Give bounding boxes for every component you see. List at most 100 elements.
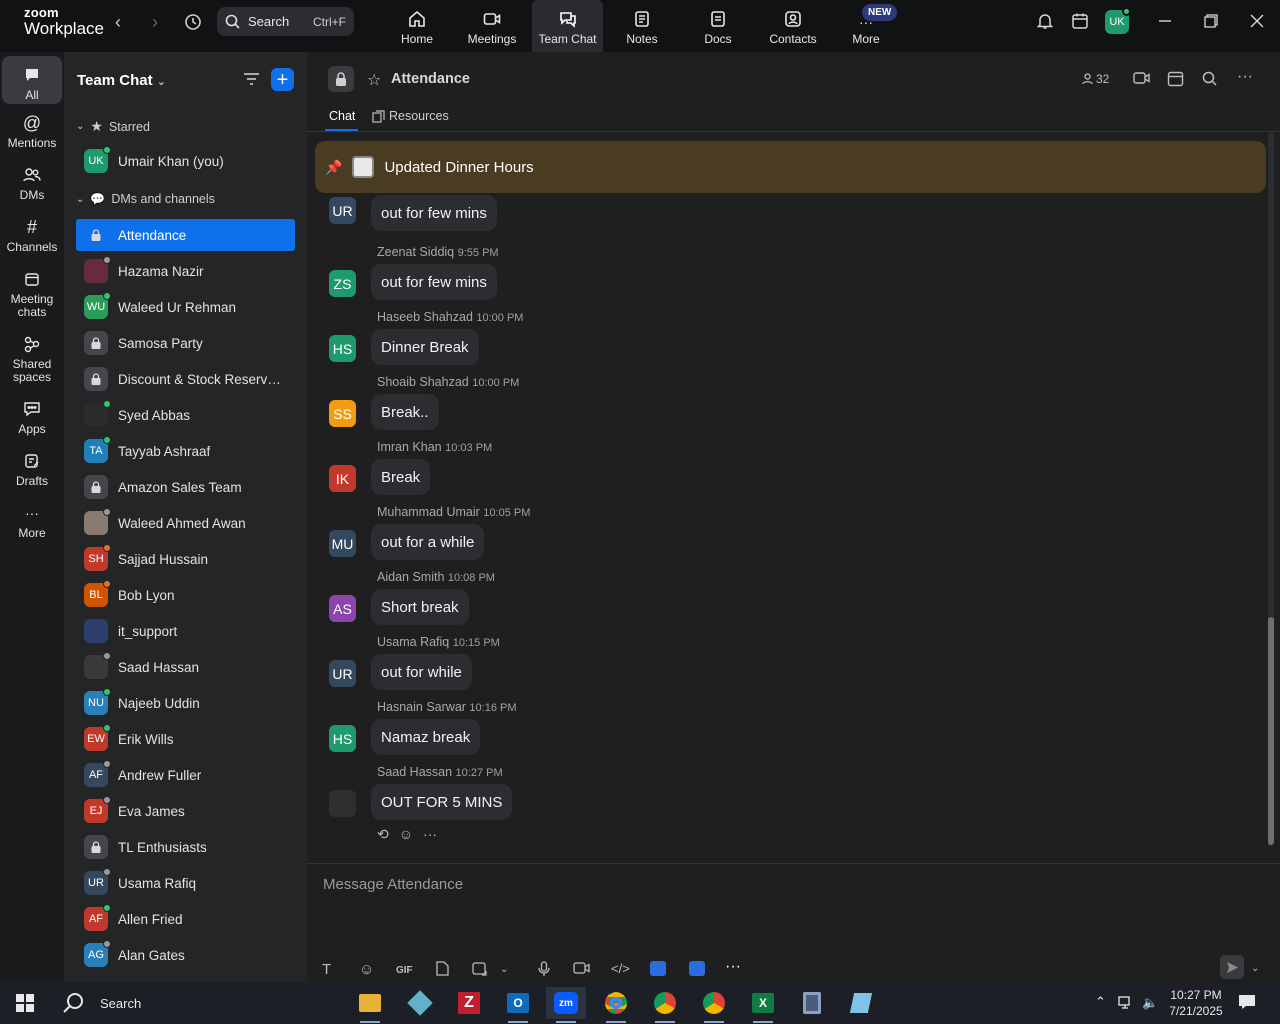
chrome-icon[interactable] <box>694 987 734 1023</box>
sender-name[interactable]: Saad Hassan <box>377 765 452 779</box>
forward-arrow-icon[interactable]: › <box>152 12 158 33</box>
emoji-icon[interactable]: ☺ <box>399 826 413 843</box>
channel-item[interactable]: UR Usama Rafiq <box>76 867 295 899</box>
channel-item[interactable]: AF Andrew Fuller <box>76 759 295 791</box>
avatar[interactable]: IK <box>329 465 356 492</box>
message-input[interactable]: Message Attendance <box>323 876 463 893</box>
channel-item[interactable]: Amazon Sales Team <box>76 471 295 503</box>
channel-item[interactable]: Samosa Party <box>76 327 295 359</box>
chrome-icon[interactable] <box>596 987 636 1023</box>
file-icon[interactable] <box>436 961 449 979</box>
channel-item[interactable]: BL Bob Lyon <box>76 579 295 611</box>
more-icon[interactable]: ··· <box>423 826 437 843</box>
video-message-icon[interactable] <box>573 961 591 978</box>
rail-shared-spaces[interactable]: Shared spaces <box>2 333 62 384</box>
channel-item[interactable]: AF Allen Fried <box>76 903 295 935</box>
calculator-icon[interactable] <box>792 987 832 1019</box>
message-bubble[interactable]: Break.. <box>371 394 439 430</box>
more-options-icon[interactable]: ··· <box>1237 68 1253 86</box>
message-bubble[interactable]: out for a while <box>371 524 485 560</box>
reply-icon[interactable]: ⟲ <box>377 826 389 843</box>
sender-name[interactable]: Shoaib Shahzad <box>377 375 469 389</box>
minimize-icon[interactable] <box>1158 14 1172 33</box>
message-bubble[interactable]: OUT FOR 5 MINS <box>371 784 513 820</box>
chevron-down-icon[interactable]: ⌄ <box>500 964 508 975</box>
nav-contacts[interactable]: Contacts <box>764 0 822 52</box>
microphone-icon[interactable] <box>538 961 550 980</box>
excel-icon[interactable]: X <box>743 987 783 1023</box>
emoji-icon[interactable]: ☺ <box>359 961 374 978</box>
channel-item[interactable]: SH Sajjad Hussain <box>76 543 295 575</box>
app-diamond-icon[interactable] <box>400 987 440 1019</box>
rail-apps[interactable]: Apps <box>2 398 62 436</box>
nav-home[interactable]: Home <box>390 0 444 52</box>
text-format-icon[interactable]: T <box>322 961 331 978</box>
nav-meetings[interactable]: Meetings <box>464 0 520 52</box>
search-icon[interactable] <box>1202 71 1217 91</box>
chevron-down-icon[interactable]: ⌄ <box>1251 963 1259 974</box>
channel-item[interactable]: Discount & Stock Reservati... <box>76 363 295 395</box>
taskbar-search-label[interactable]: Search <box>100 996 141 1011</box>
rail-mentions[interactable]: @ Mentions <box>2 112 62 150</box>
sender-name[interactable]: Muhammad Umair <box>377 505 480 519</box>
channel-item[interactable]: Hazama Nazir <box>76 255 295 287</box>
tab-chat[interactable]: Chat <box>329 109 355 123</box>
calendar-icon[interactable] <box>1071 12 1089 35</box>
network-icon[interactable] <box>1118 996 1134 1015</box>
outlook-icon[interactable]: O <box>498 987 538 1023</box>
history-icon[interactable] <box>184 13 202 36</box>
app-integration-icon[interactable] <box>650 961 666 976</box>
rail-more[interactable]: ··· More <box>2 502 62 540</box>
channel-name[interactable]: Attendance <box>391 71 470 87</box>
sender-name[interactable]: Hasnain Sarwar <box>377 700 466 714</box>
message-composer[interactable]: Message Attendance T ☺ GIF ⌄ </> ··· ⌄ <box>307 863 1280 982</box>
section-dms-channels[interactable]: ⌄ 💬 DMs and channels <box>76 192 215 206</box>
pinned-message[interactable]: 📌 Updated Dinner Hours <box>315 141 1266 193</box>
channel-item[interactable]: AG Alan Gates <box>76 939 295 971</box>
message-bubble[interactable]: Break <box>371 459 431 495</box>
channel-item[interactable]: EJ Eva James <box>76 795 295 827</box>
nav-docs[interactable]: Docs <box>690 0 746 52</box>
more-tools-icon[interactable]: ··· <box>725 958 741 976</box>
zoom-app-icon[interactable] <box>689 961 705 976</box>
sender-name[interactable]: Zeenat Siddiq <box>377 245 454 259</box>
filezilla-icon[interactable]: Z <box>449 987 489 1019</box>
avatar[interactable]: SS <box>329 400 356 427</box>
schedule-icon[interactable] <box>1167 70 1184 92</box>
avatar[interactable]: HS <box>329 335 356 362</box>
section-starred[interactable]: ⌄ ★ Starred <box>76 118 150 135</box>
channel-item[interactable]: TA Tayyab Ashraaf <box>76 435 295 467</box>
message-bubble[interactable]: Namaz break <box>371 719 481 755</box>
bell-icon[interactable] <box>1036 12 1054 35</box>
gif-button[interactable]: GIF <box>396 965 413 976</box>
sidebar-title[interactable]: Team Chat ⌄ <box>77 72 166 89</box>
volume-icon[interactable]: 🔈 <box>1142 995 1158 1011</box>
starred-item[interactable]: UK Umair Khan (you) <box>76 145 295 177</box>
search-bar[interactable]: Search Ctrl+F <box>217 7 354 36</box>
file-explorer-icon[interactable] <box>350 987 390 1023</box>
sender-name[interactable]: Usama Rafiq <box>377 635 449 649</box>
rail-meeting-chats[interactable]: Meeting chats <box>2 268 62 319</box>
back-arrow-icon[interactable]: ‹ <box>115 12 121 33</box>
video-call-icon[interactable] <box>1133 71 1151 90</box>
rail-channels[interactable]: # Channels <box>2 216 62 254</box>
message-bubble[interactable]: out for while <box>371 654 472 690</box>
send-icon[interactable] <box>1220 955 1244 979</box>
screenshot-icon[interactable] <box>472 961 488 979</box>
channel-item[interactable]: EW Erik Wills <box>76 723 295 755</box>
nav-notes[interactable]: Notes <box>614 0 670 52</box>
nav-team-chat[interactable]: Team Chat <box>532 0 603 52</box>
message-bubble[interactable]: Short break <box>371 589 469 625</box>
tray-chevron-up-icon[interactable]: ⌃ <box>1095 994 1106 1010</box>
new-chat-button[interactable]: + <box>271 68 294 91</box>
star-outline-icon[interactable]: ☆ <box>367 70 381 90</box>
scrollbar[interactable] <box>1268 132 1274 846</box>
channel-item[interactable]: WU Waleed Ur Rehman <box>76 291 295 323</box>
channel-item[interactable]: NU Najeeb Uddin <box>76 687 295 719</box>
filter-icon[interactable] <box>243 71 260 92</box>
sender-name[interactable]: Imran Khan <box>377 440 442 454</box>
rail-all[interactable]: All <box>2 56 62 104</box>
maximize-icon[interactable] <box>1204 14 1218 33</box>
sender-name[interactable]: Haseeb Shahzad <box>377 310 473 324</box>
message-bubble[interactable]: out for few mins <box>371 195 497 231</box>
